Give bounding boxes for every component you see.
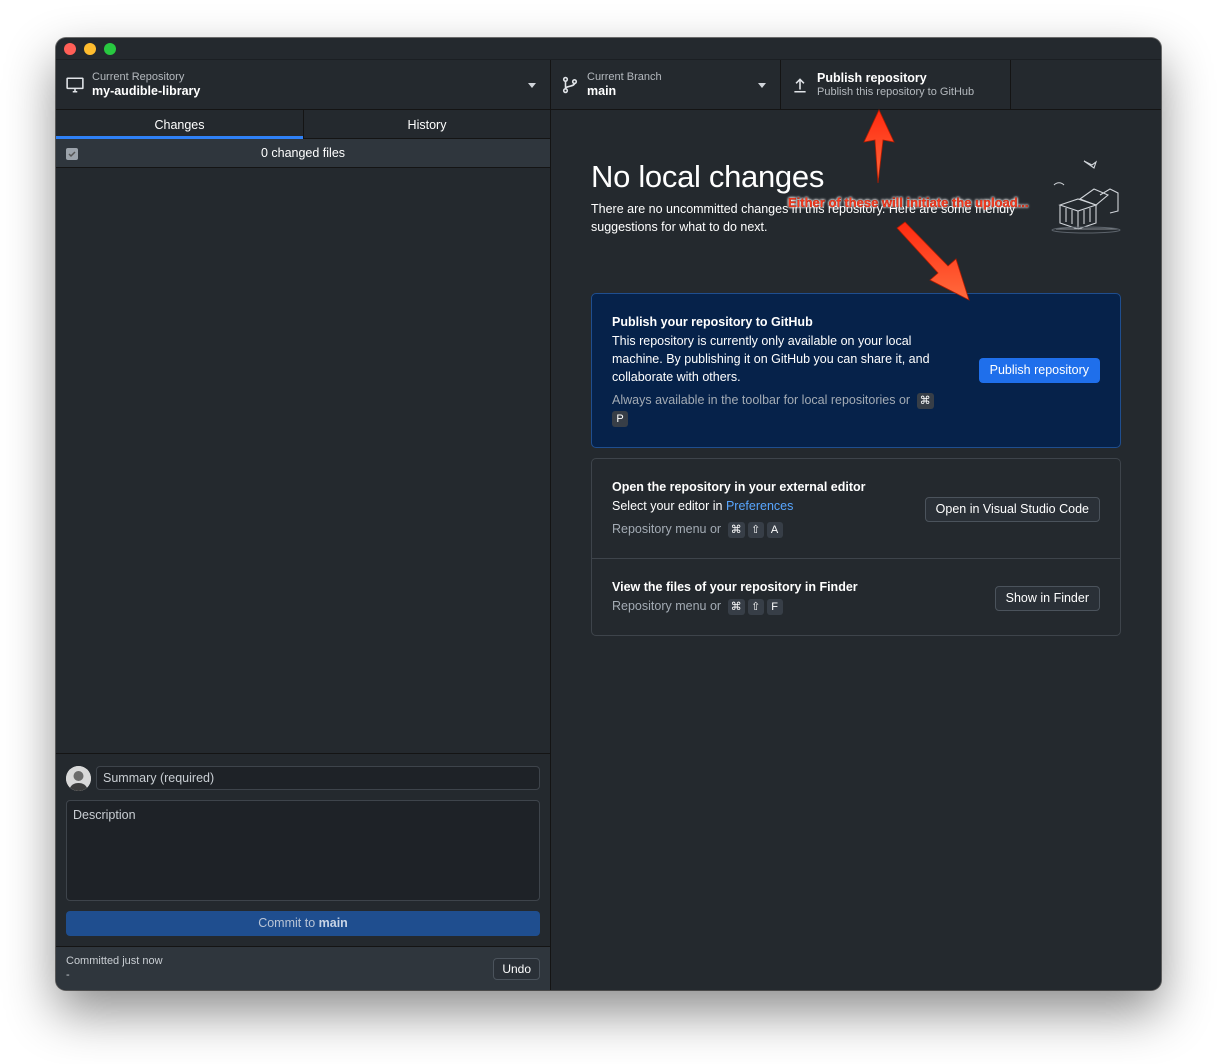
page-title: No local changes [591, 159, 825, 194]
chevron-down-icon [528, 83, 536, 88]
current-repository-name: my-audible-library [92, 84, 201, 98]
current-repository-label: Current Repository [92, 71, 185, 83]
commit-button[interactable]: Commit to main [66, 911, 540, 936]
boxes-illustration-icon [1051, 160, 1121, 234]
editor-card-text-prefix: Select your editor in [612, 499, 726, 513]
user-avatar [66, 766, 91, 791]
commit-button-branch: main [318, 916, 348, 930]
f-key: F [766, 598, 783, 615]
finder-card-hint-text: Repository menu or [612, 599, 722, 613]
publish-repository-title: Publish repository [817, 71, 927, 85]
command-key-icon: ⌘ [727, 598, 745, 615]
open-in-editor-button[interactable]: Open in Visual Studio Code [924, 497, 1100, 522]
preferences-link[interactable]: Preferences [726, 499, 793, 513]
editor-card-hint-text: Repository menu or [612, 522, 722, 536]
minimize-window-button[interactable] [84, 43, 96, 55]
annotation-text: Either of these will initiate the upload… [788, 195, 1029, 210]
publish-repository-description: Publish this repository to GitHub [817, 86, 975, 98]
commit-form: Summary (required) Description Commit to… [56, 753, 550, 946]
close-window-button[interactable] [64, 43, 76, 55]
main-content: No local changes There are no uncommitte… [551, 110, 1161, 990]
publish-card-text-line3: collaborate with others. [612, 370, 741, 384]
publish-card-hint-text: Always available in the toolbar for loca… [612, 393, 911, 407]
description-input[interactable]: Description [66, 800, 540, 901]
summary-input[interactable]: Summary (required) [96, 766, 540, 790]
current-branch-label: Current Branch [587, 71, 662, 83]
tab-changes[interactable]: Changes [56, 110, 303, 139]
publish-card-hint-key: P [609, 409, 628, 427]
sidebar: Changes History 0 changed files Summary … [56, 110, 551, 990]
changed-files-count: 0 changed files [260, 146, 346, 160]
publish-card-text-line1: This repository is currently only availa… [612, 334, 912, 348]
current-branch-name: main [587, 84, 617, 98]
publish-card: Publish your repository to GitHub This r… [591, 293, 1121, 448]
publish-card-text-line2: machine. By publishing it on GitHub you … [612, 352, 930, 366]
title-bar [56, 38, 1161, 60]
publish-repository-button[interactable]: Publish repository [978, 358, 1100, 383]
user-avatar-icon [66, 766, 91, 791]
finder-card-title: View the files of your repository in Fin… [612, 580, 858, 594]
page-subtitle-line2: suggestions for what to do next. [591, 220, 768, 234]
desktop-computer-icon [66, 77, 84, 93]
editor-card-text: Select your editor in Preferences [612, 497, 793, 515]
git-branch-icon [562, 76, 578, 94]
publish-card-title: Publish your repository to GitHub [612, 315, 813, 329]
publish-repository-toolbar-button[interactable]: Publish repository Publish this reposito… [781, 60, 1011, 110]
publish-card-hint: Always available in the toolbar for loca… [612, 391, 934, 409]
command-key-icon: ⌘ [916, 392, 934, 409]
github-desktop-window: Current Repository my-audible-library Cu… [56, 38, 1161, 990]
commit-button-prefix: Commit to [258, 916, 319, 930]
actions-card: Open the repository in your external edi… [591, 458, 1121, 636]
last-commit-message: - [66, 969, 70, 981]
tab-history[interactable]: History [303, 110, 550, 139]
p-key: P [612, 410, 628, 427]
shift-key-icon: ⇧ [747, 598, 764, 615]
chevron-down-icon [758, 83, 766, 88]
changed-files-header: 0 changed files [56, 139, 550, 168]
zoom-window-button[interactable] [104, 43, 116, 55]
show-in-finder-button[interactable]: Show in Finder [994, 586, 1100, 611]
current-branch-dropdown[interactable]: Current Branch main [551, 60, 781, 110]
a-key: A [766, 521, 783, 538]
shift-key-icon: ⇧ [747, 521, 764, 538]
upload-arrow-icon [794, 78, 806, 93]
current-repository-dropdown[interactable]: Current Repository my-audible-library [56, 60, 551, 110]
undo-button[interactable]: Undo [493, 958, 540, 980]
last-commit-time: Committed just now [66, 955, 163, 967]
editor-card-title: Open the repository in your external edi… [612, 480, 866, 494]
finder-card-hint: Repository menu or ⌘ ⇧ F [612, 597, 783, 615]
editor-card-hint: Repository menu or ⌘ ⇧ A [612, 520, 783, 538]
toolbar: Current Repository my-audible-library Cu… [56, 60, 1161, 110]
command-key-icon: ⌘ [727, 521, 745, 538]
card-divider [592, 558, 1120, 559]
sidebar-tabs: Changes History [56, 110, 550, 139]
last-commit-bar: Committed just now - Undo [56, 946, 550, 990]
